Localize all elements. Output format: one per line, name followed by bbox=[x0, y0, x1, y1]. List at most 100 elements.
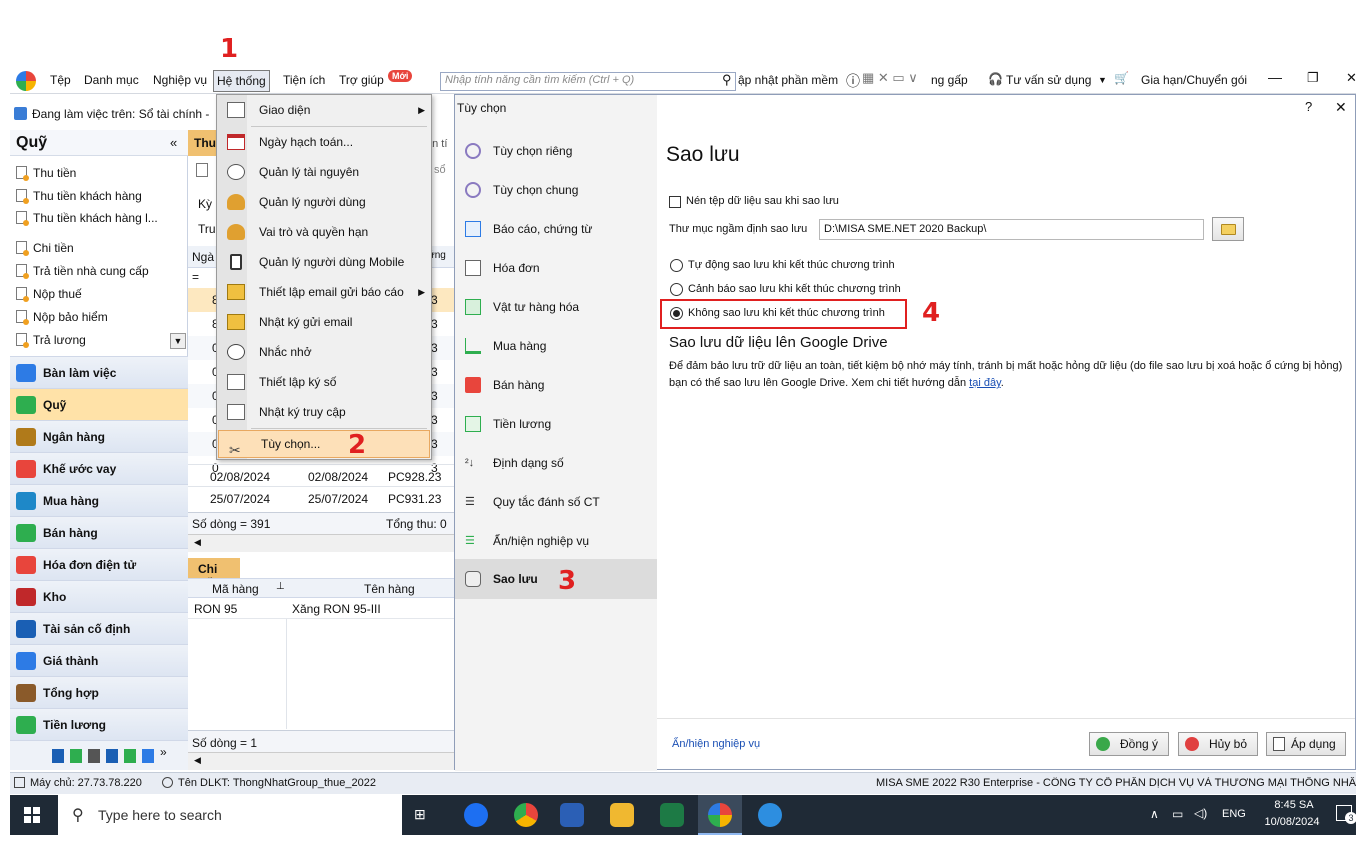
explorer-app[interactable] bbox=[600, 800, 644, 830]
apply-button[interactable]: Áp dụng bbox=[1266, 732, 1346, 756]
plan-link[interactable]: Gia hạn/Chuyển gói bbox=[1141, 73, 1247, 87]
zalo-app[interactable] bbox=[454, 800, 498, 830]
misa-app[interactable] bbox=[698, 795, 742, 835]
tray-chevron-icon[interactable]: ∧ bbox=[1150, 807, 1159, 821]
shortcut-icon[interactable] bbox=[70, 749, 82, 763]
menu-item-mobile-users[interactable]: Quản lý người dùng Mobile bbox=[217, 247, 431, 277]
nav-show-hide[interactable]: ☰ Ẩn/hiện nghiệp vụ bbox=[455, 522, 657, 560]
menu-utilities[interactable]: Tiện ích bbox=[283, 73, 325, 87]
task-view-icon[interactable]: ⊞ bbox=[414, 806, 426, 823]
notification-icon[interactable]: 3 bbox=[1336, 805, 1356, 824]
module-sales[interactable]: Bán hàng bbox=[10, 516, 188, 548]
sidebar-link[interactable]: Nộp bảo hiểm bbox=[16, 310, 108, 325]
help-circle-icon[interactable]: ⓘ bbox=[846, 71, 860, 91]
module-summary[interactable]: Tổng hợp bbox=[10, 676, 188, 708]
volume-icon[interactable]: ◁) bbox=[1194, 806, 1207, 820]
update-software-link[interactable]: ập nhật phần mềm bbox=[738, 73, 838, 87]
nav-inventory[interactable]: Vật tư hàng hóa bbox=[455, 288, 657, 326]
nav-salary[interactable]: Tiền lương bbox=[455, 405, 657, 443]
menu-item-users[interactable]: Quản lý người dùng bbox=[217, 187, 431, 217]
menu-item-email-log[interactable]: Nhật ký gửi email bbox=[217, 307, 431, 337]
radio-no-backup[interactable] bbox=[670, 307, 683, 320]
menu-item-roles[interactable]: Vai trò và quyền hạn bbox=[217, 217, 431, 247]
network-icon[interactable]: ▭ bbox=[1172, 807, 1183, 821]
minimize-icon[interactable]: — bbox=[1268, 69, 1282, 85]
sidebar-link[interactable]: Thu tiền bbox=[16, 166, 76, 181]
menu-file[interactable]: Tệp bbox=[50, 73, 71, 87]
ok-button[interactable]: Đồng ý bbox=[1089, 732, 1169, 756]
pin-icon[interactable]: ⊥ bbox=[276, 581, 285, 592]
restore-icon[interactable]: ❐ bbox=[1307, 70, 1319, 86]
sidebar-link[interactable]: Trả tiền nhà cung cấp bbox=[16, 264, 149, 279]
menu-item-resources[interactable]: Quản lý tài nguyên bbox=[217, 157, 431, 187]
menu-item-posting-date[interactable]: Ngày hạch toán... bbox=[217, 127, 431, 157]
grid-tab[interactable]: Thu bbox=[188, 130, 218, 156]
clock-time[interactable]: 8:45 SA bbox=[1264, 799, 1324, 811]
module-salary[interactable]: Tiền lương bbox=[10, 708, 188, 740]
table-row[interactable]: 02/08/2024 02/08/2024 PC928.23 bbox=[188, 464, 454, 486]
nav-numbering-rules[interactable]: ☰ Quy tắc đánh số CT bbox=[455, 483, 657, 521]
module-bank[interactable]: Ngân hàng bbox=[10, 420, 188, 452]
compress-checkbox[interactable] bbox=[669, 196, 681, 208]
nav-purchase[interactable]: Mua hàng bbox=[455, 327, 657, 365]
browse-folder-button[interactable] bbox=[1212, 217, 1244, 241]
nav-general-options[interactable]: Tùy chọn chung bbox=[455, 171, 657, 209]
module-einvoice[interactable]: Hóa đơn điện tử bbox=[10, 548, 188, 580]
detail-row[interactable]: RON 95 Xăng RON 95-III bbox=[188, 599, 454, 619]
shortcut-icon[interactable] bbox=[124, 749, 136, 763]
clock-date[interactable]: 10/08/2024 bbox=[1260, 816, 1324, 828]
word-app[interactable] bbox=[550, 800, 594, 830]
folder-input[interactable]: D:\MISA SME.NET 2020 Backup\ bbox=[819, 219, 1204, 240]
module-fund[interactable]: Quỹ bbox=[10, 388, 188, 420]
excel-app[interactable] bbox=[650, 800, 694, 830]
cancel-button[interactable]: Hủy bỏ bbox=[1178, 732, 1258, 756]
menu-item-reminder[interactable]: Nhắc nhở bbox=[217, 337, 431, 367]
help-icon[interactable]: ? bbox=[1305, 99, 1312, 114]
search-icon[interactable]: ⚲ bbox=[722, 72, 732, 88]
sidebar-link[interactable]: Thu tiền khách hàng l... bbox=[16, 211, 158, 226]
nav-reports[interactable]: Báo cáo, chứng từ bbox=[455, 210, 657, 248]
feature-search-input[interactable]: Nhập tính năng cần tìm kiếm (Ctrl + Q) bbox=[440, 72, 736, 91]
radio-auto-backup[interactable] bbox=[670, 259, 683, 272]
module-loan[interactable]: Khế ước vay bbox=[10, 452, 188, 484]
windows-start-icon[interactable] bbox=[24, 807, 40, 823]
menu-item-interface[interactable]: Giao diện ▶ bbox=[217, 95, 431, 125]
menu-item-email-setup[interactable]: Thiết lập email gửi báo cáo ▶ bbox=[217, 277, 431, 307]
menu-operations[interactable]: Nghiệp vụ bbox=[153, 73, 207, 87]
menu-item-digital-sign[interactable]: Thiết lập ký số bbox=[217, 367, 431, 397]
module-cost[interactable]: Giá thành bbox=[10, 644, 188, 676]
horizontal-scrollbar[interactable]: ◀ bbox=[188, 534, 454, 552]
gdrive-guide-link[interactable]: tại đây bbox=[969, 377, 1001, 389]
collapse-icon[interactable]: « bbox=[170, 135, 177, 150]
taskbar-search-box[interactable]: ⚲ Type here to search bbox=[58, 795, 402, 835]
nav-backup[interactable]: Sao lưu bbox=[455, 559, 657, 599]
sidebar-link[interactable]: Nộp thuế bbox=[16, 287, 82, 302]
language-indicator[interactable]: ENG bbox=[1222, 808, 1246, 820]
window-close-icon[interactable]: ✕ bbox=[1346, 70, 1356, 86]
menu-help[interactable]: Trợ giúp bbox=[339, 73, 384, 87]
shortcut-icon[interactable] bbox=[106, 749, 118, 763]
consult-link[interactable]: Tư vấn sử dụng bbox=[1006, 73, 1091, 87]
module-purchase[interactable]: Mua hàng bbox=[10, 484, 188, 516]
sidebar-scroll-down-icon[interactable]: ▼ bbox=[170, 333, 186, 349]
module-warehouse[interactable]: Kho bbox=[10, 580, 188, 612]
detail-horizontal-scrollbar[interactable]: ◀ bbox=[188, 752, 454, 770]
menu-item-access-log[interactable]: Nhật ký truy cập bbox=[217, 397, 431, 427]
filter-equals[interactable]: = bbox=[192, 270, 199, 284]
footer-show-hide-link[interactable]: Ẩn/hiện nghiệp vụ bbox=[672, 738, 760, 750]
shortcut-icon[interactable] bbox=[88, 749, 100, 763]
menu-catalog[interactable]: Danh mục bbox=[84, 73, 139, 87]
sidebar-link[interactable]: Thu tiền khách hàng bbox=[16, 189, 142, 204]
radio-warn-backup[interactable] bbox=[670, 283, 683, 296]
nav-private-options[interactable]: Tùy chọn riêng bbox=[455, 132, 657, 170]
close-icon[interactable]: ✕ bbox=[1335, 99, 1347, 116]
detail-tab[interactable]: Chi tiết bbox=[188, 558, 240, 590]
grid-icon[interactable]: ▦ ✕ ▭ ∨ bbox=[862, 70, 918, 86]
shortcut-icon[interactable] bbox=[52, 749, 64, 763]
urgent-link[interactable]: ng gấp bbox=[931, 73, 968, 87]
nav-sales[interactable]: Bán hàng bbox=[455, 366, 657, 404]
more-shortcuts-icon[interactable]: » bbox=[160, 745, 167, 759]
nav-number-format[interactable]: ²↓ Định dạng số bbox=[455, 444, 657, 482]
sidebar-link[interactable]: Chi tiền bbox=[16, 241, 74, 256]
shortcut-icon[interactable] bbox=[142, 749, 154, 763]
